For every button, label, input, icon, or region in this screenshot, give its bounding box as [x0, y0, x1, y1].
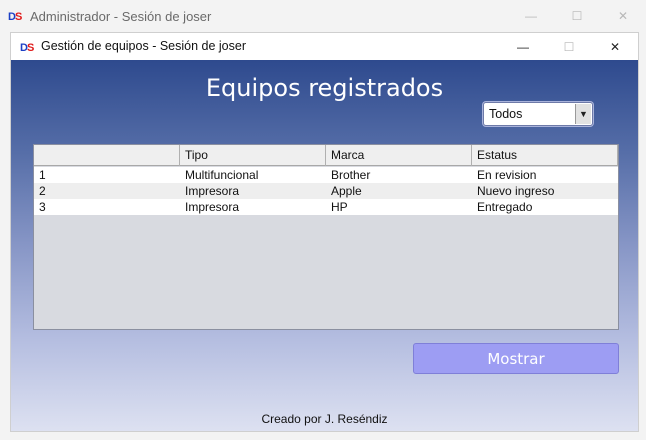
cell-marca: HP	[331, 200, 348, 214]
minimize-icon[interactable]: —	[500, 33, 546, 60]
status-filter-value: Todos	[489, 107, 523, 121]
outer-window-title: Administrador - Sesión de joser	[30, 9, 212, 24]
outer-window: D S Administrador - Sesión de joser — ☐ …	[0, 0, 646, 440]
inner-titlebar[interactable]: D S Gestión de equipos - Sesión de joser…	[11, 33, 638, 60]
column-header-estatus[interactable]: Estatus	[472, 145, 618, 166]
maximize-icon[interactable]: ☐	[554, 0, 600, 32]
maximize-icon[interactable]: ☐	[546, 33, 592, 60]
cell-tipo: Multifuncional	[185, 168, 259, 182]
table-header: Tipo Marca Estatus	[34, 145, 618, 166]
cell-tipo: Impresora	[185, 184, 240, 198]
cell-marca: Brother	[331, 168, 371, 182]
app-logo-icon: D S	[8, 11, 22, 23]
cell-estatus: Entregado	[477, 200, 533, 214]
outer-titlebar[interactable]: D S Administrador - Sesión de joser — ☐ …	[0, 0, 646, 32]
cell-marca: Apple	[331, 184, 362, 198]
inner-window: D S Gestión de equipos - Sesión de joser…	[10, 32, 639, 432]
footer-credit: Creado por J. Reséndiz	[261, 412, 388, 426]
cell-index: 3	[39, 200, 46, 214]
app-logo-icon: D S	[20, 42, 34, 53]
svg-text:S: S	[27, 42, 34, 53]
equipment-table[interactable]: Tipo Marca Estatus 1 Multifuncional Brot…	[33, 144, 619, 330]
column-header-index[interactable]	[34, 145, 180, 166]
cell-estatus: En revision	[477, 168, 537, 182]
show-button[interactable]: Mostrar	[413, 343, 619, 374]
status-filter-select[interactable]: Todos ▼	[483, 102, 593, 126]
cell-index: 2	[39, 184, 46, 198]
chevron-down-icon[interactable]: ▼	[575, 104, 591, 124]
close-icon[interactable]: ✕	[600, 0, 646, 32]
table-row[interactable]: 2 Impresora Apple Nuevo ingreso	[34, 183, 618, 199]
close-icon[interactable]: ✕	[592, 33, 638, 60]
cell-estatus: Nuevo ingreso	[477, 184, 555, 198]
table-body: 1 Multifuncional Brother En revision 2 I…	[34, 167, 618, 215]
inner-window-title: Gestión de equipos - Sesión de joser	[41, 39, 246, 53]
inner-window-controls: — ☐ ✕	[500, 33, 638, 60]
svg-text:S: S	[15, 11, 22, 23]
column-header-tipo[interactable]: Tipo	[180, 145, 326, 166]
column-header-marca[interactable]: Marca	[326, 145, 472, 166]
table-row[interactable]: 1 Multifuncional Brother En revision	[34, 167, 618, 183]
outer-window-controls: — ☐ ✕	[508, 0, 646, 32]
minimize-icon[interactable]: —	[508, 0, 554, 32]
cell-index: 1	[39, 168, 46, 182]
main-panel: Equipos registrados Todos ▼ Tipo Marca E…	[11, 60, 638, 431]
page-title: Equipos registrados	[205, 74, 444, 102]
table-row[interactable]: 3 Impresora HP Entregado	[34, 199, 618, 215]
cell-tipo: Impresora	[185, 200, 240, 214]
